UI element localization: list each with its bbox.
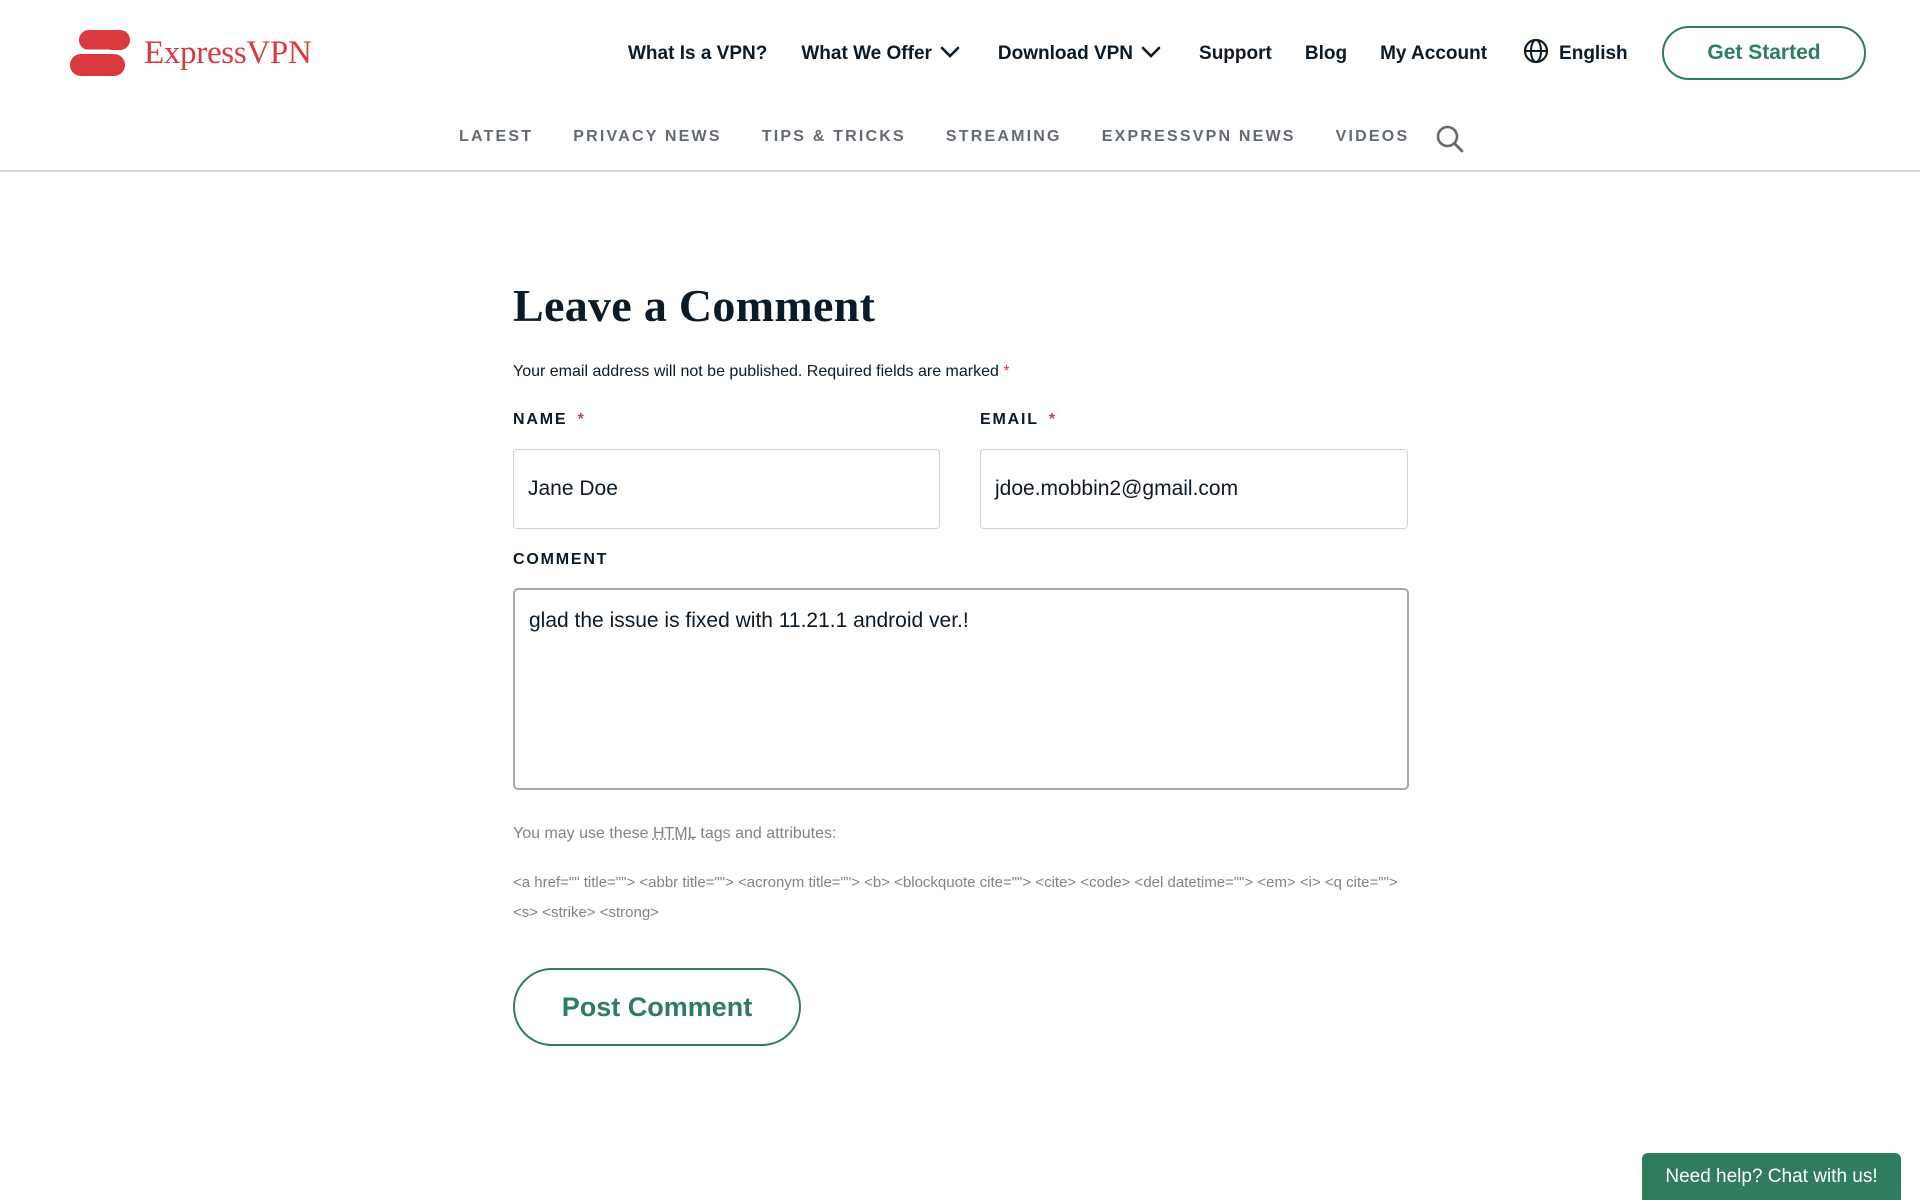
page-title: Leave a Comment: [513, 280, 876, 331]
category-privacy-news[interactable]: PRIVACY NEWS: [573, 128, 722, 146]
nav-label: Download VPN: [997, 43, 1134, 64]
language-selector[interactable]: English: [1523, 38, 1628, 70]
nav-label: What Is a VPN?: [628, 43, 768, 64]
required-asterisk: *: [1003, 363, 1010, 380]
nav-blog[interactable]: Blog: [1305, 43, 1347, 65]
nav-label: Support: [1199, 43, 1272, 64]
nav-label: Blog: [1304, 43, 1348, 64]
nav-what-is-vpn[interactable]: What Is a VPN?: [628, 43, 767, 65]
hint-suffix: tags and attributes:: [700, 825, 837, 842]
post-comment-button[interactable]: Post Comment: [513, 968, 801, 1046]
header-divider: [0, 170, 1920, 172]
expressvpn-logo-icon: [69, 28, 130, 78]
comment-label: COMMENT: [513, 551, 609, 568]
category-expressvpn-news[interactable]: EXPRESSVPN NEWS: [1102, 128, 1296, 146]
nav-my-account[interactable]: My Account: [1380, 43, 1487, 65]
name-value: Jane Doe: [528, 477, 618, 500]
name-label-text: NAME: [513, 411, 568, 428]
globe-icon: [1523, 38, 1549, 70]
site-header: ExpressVPN What Is a VPN? What We Offer …: [0, 0, 1920, 106]
chat-support-button[interactable]: Need help? Chat with us!: [1642, 1153, 1901, 1200]
category-latest[interactable]: LATEST: [459, 128, 533, 146]
get-started-button[interactable]: Get Started: [1662, 26, 1866, 80]
expressvpn-logo[interactable]: ExpressVPN: [69, 28, 312, 78]
required-asterisk: *: [577, 411, 586, 428]
email-label: EMAIL *: [980, 411, 1057, 429]
html-abbr: HTML: [652, 825, 696, 842]
nav-label: What We Offer: [801, 43, 932, 64]
blog-category-nav: LATEST PRIVACY NEWS TIPS & TRICKS STREAM…: [459, 128, 1409, 146]
logo-wordmark: ExpressVPN: [144, 34, 312, 71]
allowed-tags-hint: You may use these HTML tags and attribut…: [513, 825, 836, 843]
name-label: NAME *: [513, 411, 586, 429]
nav-what-we-offer[interactable]: What We Offer: [801, 43, 960, 65]
comment-textarea[interactable]: glad the issue is fixed with 11.21.1 and…: [513, 588, 1409, 790]
hint-prefix: You may use these: [513, 825, 649, 842]
search-icon[interactable]: [1435, 124, 1465, 154]
allowed-tags-list: <a href="" title=""> <abbr title=""> <ac…: [513, 874, 1398, 921]
email-field[interactable]: jdoe.mobbin2@gmail.com: [980, 449, 1408, 529]
nav-download-vpn[interactable]: Download VPN: [998, 43, 1161, 65]
chevron-down-icon: [940, 43, 960, 65]
email-value: jdoe.mobbin2@gmail.com: [995, 477, 1239, 500]
email-label-text: EMAIL: [980, 411, 1039, 428]
language-label: English: [1559, 43, 1628, 64]
required-note: Your email address will not be published…: [513, 363, 1010, 381]
required-note-text: Your email address will not be published…: [513, 363, 999, 380]
chevron-down-icon: [1141, 43, 1161, 65]
nav-support[interactable]: Support: [1199, 43, 1272, 65]
name-field[interactable]: Jane Doe: [513, 449, 940, 529]
nav-label: My Account: [1380, 43, 1488, 64]
category-videos[interactable]: VIDEOS: [1336, 128, 1410, 146]
comment-value: glad the issue is fixed with 11.21.1 and…: [529, 609, 969, 632]
main-nav: What Is a VPN? What We Offer Download VP…: [628, 38, 1628, 70]
category-tips-tricks[interactable]: TIPS & TRICKS: [762, 128, 906, 146]
comment-form: Leave a Comment Your email address will …: [513, 270, 1409, 1046]
required-asterisk: *: [1048, 411, 1057, 428]
category-streaming[interactable]: STREAMING: [946, 128, 1062, 146]
